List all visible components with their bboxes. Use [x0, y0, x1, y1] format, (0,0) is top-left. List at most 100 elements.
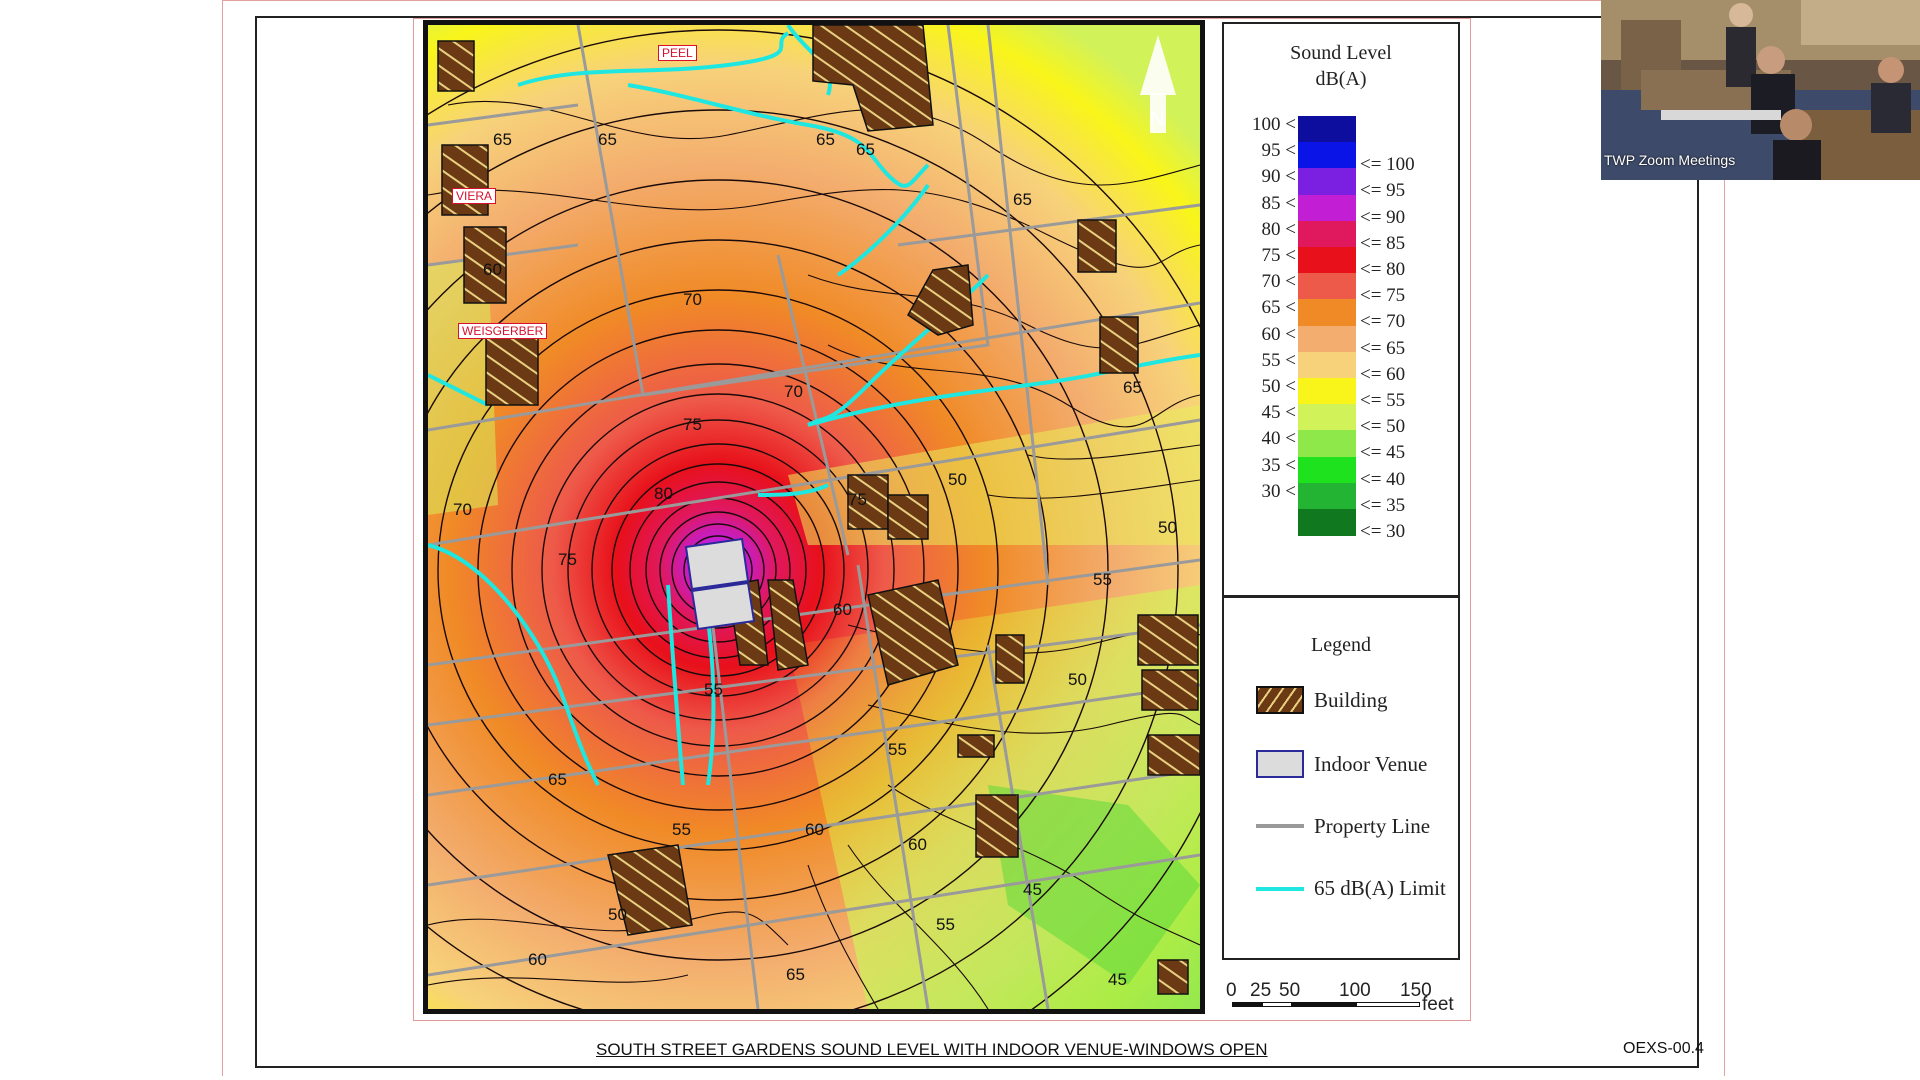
scale-level-upper: <= 75 — [1360, 285, 1406, 307]
contour-label: 65 — [856, 140, 875, 159]
scale-title: Sound Level — [1290, 42, 1392, 64]
contour-label: 45 — [1023, 880, 1042, 899]
contour-label: 70 — [784, 382, 803, 401]
contour-label: 55 — [936, 915, 955, 934]
scale-level-upper: <= 100 — [1360, 154, 1415, 176]
scale-bar-tick: 100 — [1339, 980, 1371, 1001]
scale-color-swatch — [1298, 351, 1356, 379]
scale-color-swatch — [1298, 168, 1356, 196]
contour-label: 50 — [948, 470, 967, 489]
drawing-caption: SOUTH STREET GARDENS SOUND LEVEL WITH IN… — [596, 1040, 1268, 1059]
scale-level-upper: <= 95 — [1360, 180, 1406, 202]
contour-label: 65 — [548, 770, 567, 789]
scale-bar-segment — [1292, 1002, 1356, 1007]
scale-color-swatch — [1298, 299, 1356, 327]
scale-color-swatch — [1298, 404, 1356, 431]
contour-label: 70 — [453, 500, 472, 519]
scale-level-upper: <= 65 — [1360, 337, 1406, 359]
scale-unit: dB(A) — [1315, 68, 1367, 90]
contour-label: 55 — [1093, 570, 1112, 589]
contour-label: 50 — [608, 905, 627, 924]
street-label-peel: PEEL — [658, 45, 697, 61]
scale-level-lower: 90 < — [1261, 166, 1296, 188]
scale-level-lower: 45 < — [1261, 402, 1296, 424]
scale-bar-tick: 25 — [1250, 980, 1272, 1001]
scale-bar: 0 25 50 100 150 feet — [1222, 976, 1472, 1016]
screen: N 65 65 65 60 70 75 80 75 75 70 65 50 55… — [0, 0, 1920, 1080]
video-participant-label: TWP Zoom Meetings — [1604, 152, 1736, 168]
street-label-viera: VIERA — [452, 188, 497, 204]
sound-level-map[interactable]: N 65 65 65 60 70 75 80 75 75 70 65 50 55… — [423, 20, 1205, 1014]
legend-panel: Legend Building Indoor Venue Property Li… — [1222, 596, 1460, 960]
contour-label: 65 — [1013, 190, 1032, 209]
scale-level-upper: <= 30 — [1360, 521, 1406, 542]
scale-color-swatch — [1298, 116, 1356, 143]
scale-level-upper: <= 35 — [1360, 494, 1406, 516]
limit-line-swatch-icon — [1256, 887, 1304, 891]
scale-bar-tick: 50 — [1279, 980, 1301, 1001]
contour-label: 60 — [908, 835, 927, 854]
contour-label: 60 — [483, 260, 502, 279]
scale-color-swatch — [1298, 220, 1356, 248]
scale-color-swatch — [1298, 325, 1356, 353]
scale-level-upper: <= 85 — [1360, 232, 1406, 254]
contour-label: 60 — [805, 820, 824, 839]
contour-label: 65 — [786, 965, 805, 984]
scale-level-upper: <= 90 — [1360, 206, 1406, 228]
street-label-weisgerber: WEISGERBER — [458, 323, 548, 339]
north-arrow-letter: N — [1150, 108, 1164, 130]
scale-color-swatch — [1298, 273, 1356, 300]
scale-bar-segment — [1232, 1002, 1262, 1007]
property-line-swatch-icon — [1256, 824, 1304, 828]
scale-color-swatch — [1298, 194, 1356, 222]
scale-level-lower: 60 < — [1261, 323, 1296, 345]
contour-label: 80 — [654, 484, 673, 503]
scale-level-lower: 65 < — [1261, 297, 1296, 319]
contour-label: 60 — [833, 600, 852, 619]
scale-level-upper: <= 55 — [1360, 390, 1406, 411]
scale-level-upper: <= 80 — [1360, 259, 1406, 280]
contour-label: 65 — [1123, 378, 1142, 397]
scale-level-lower: 95 < — [1261, 140, 1296, 162]
legend-label-property-line: Property Line — [1314, 814, 1431, 838]
scale-bar-unit: feet — [1422, 994, 1454, 1015]
scale-level-lower: 75 < — [1261, 245, 1296, 266]
scale-bar-segment — [1356, 1002, 1420, 1007]
contour-label: 65 — [598, 130, 617, 149]
legend-title: Legend — [1311, 634, 1371, 656]
legend-label-indoor-venue: Indoor Venue — [1314, 752, 1428, 776]
scale-level-upper: <= 40 — [1360, 468, 1406, 490]
legend-label-limit: 65 dB(A) Limit — [1314, 876, 1446, 900]
indoor-venue-swatch-icon — [1256, 750, 1304, 778]
contour-label: 55 — [704, 680, 723, 699]
scale-color-swatch — [1298, 456, 1356, 484]
scale-color-swatch — [1298, 247, 1356, 274]
scale-level-upper: <= 60 — [1360, 363, 1406, 385]
scale-level-upper: <= 50 — [1360, 416, 1406, 438]
legend-label-building: Building — [1314, 688, 1388, 712]
scale-color-swatch — [1298, 378, 1356, 405]
sheet-id: OEXS-00.4 — [1623, 1040, 1704, 1057]
scale-level-lower: 50 < — [1261, 376, 1296, 397]
scale-color-swatch — [1298, 509, 1356, 536]
scale-bar-segment — [1262, 1002, 1292, 1007]
indoor-venue — [684, 537, 756, 631]
scale-level-lower: 35 < — [1261, 454, 1296, 476]
contour-label: 50 — [1068, 670, 1087, 689]
building-swatch-icon — [1256, 686, 1304, 714]
sound-map-svg: N 65 65 65 60 70 75 80 75 75 70 65 50 55… — [428, 25, 1200, 1009]
scale-bar-tick: 0 — [1226, 980, 1237, 1001]
scale-color-swatch — [1298, 482, 1356, 510]
scale-level-upper: <= 70 — [1360, 311, 1406, 333]
scale-level-lower: 70 < — [1261, 271, 1296, 293]
contour-label: 75 — [683, 415, 702, 434]
scale-color-swatch — [1298, 142, 1356, 169]
contour-label: 75 — [848, 490, 867, 509]
contour-label: 45 — [1108, 970, 1127, 989]
scale-level-lower: 55 < — [1261, 349, 1296, 371]
contour-label: 65 — [816, 130, 835, 149]
contour-label: 50 — [1158, 518, 1177, 537]
scale-level-lower: 30 < — [1261, 480, 1296, 502]
scale-level-lower: 80 < — [1261, 218, 1296, 240]
contour-label: 55 — [672, 820, 691, 839]
